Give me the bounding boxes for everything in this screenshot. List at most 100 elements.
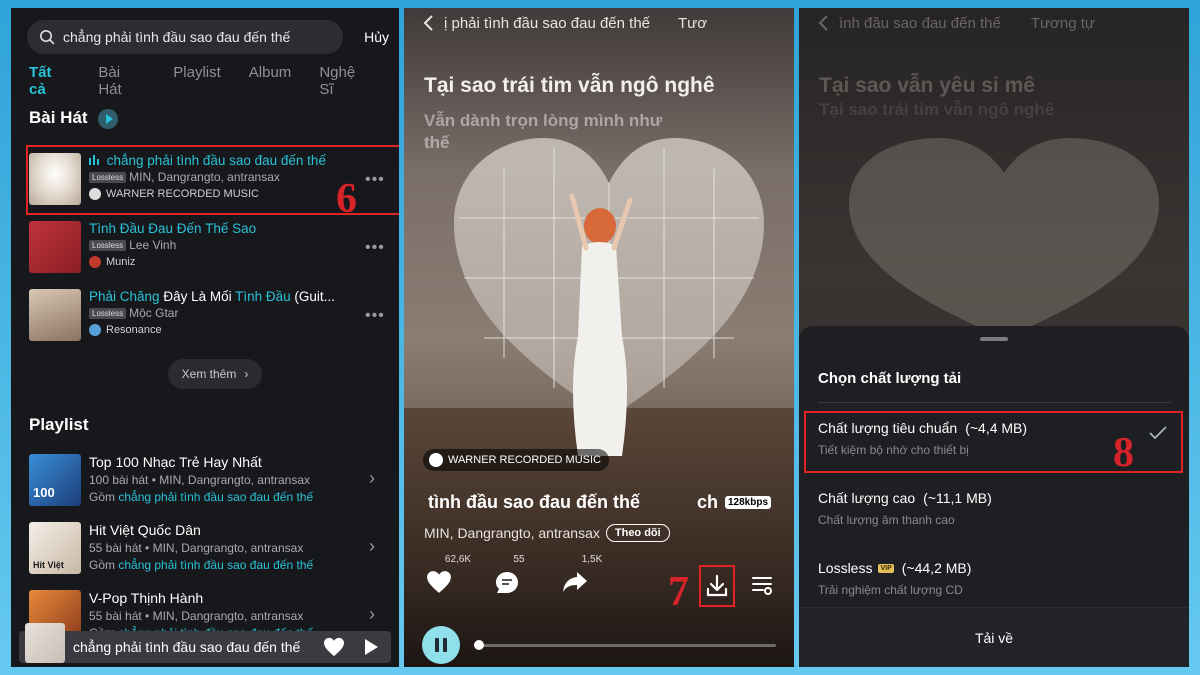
- lyric-previous: Tại sao vẫn yêu si mê: [819, 74, 1035, 97]
- song-item[interactable]: Tình Đầu Đau Đến Thế Sao Lossless Lee Vin…: [29, 221, 389, 279]
- see-more-button[interactable]: Xem thêm ›: [168, 359, 262, 389]
- back-arrow-icon[interactable]: [422, 14, 434, 32]
- option-description: Trải nghiệm chất lượng CD: [818, 583, 963, 597]
- playlist-title: Hit Việt Quốc Dân: [89, 522, 201, 538]
- playlist-meta: 100 bài hát • MIN, Dangrangto, antransax: [89, 473, 310, 487]
- mini-player-title: chẳng phải tình đầu sao đau đến thế: [73, 639, 301, 655]
- lyric-next: Vẫn dành trọn lòng mình như thế: [424, 111, 663, 152]
- progress-knob[interactable]: [474, 639, 484, 650]
- song-thumbnail: [29, 289, 81, 341]
- song-label: Muniz: [106, 256, 136, 268]
- playlist-includes: Gồm chẳng phải tình đầu sao đau đến thế: [89, 558, 314, 572]
- playlist-section-title: Playlist: [29, 415, 89, 434]
- more-options-icon[interactable]: •••: [365, 239, 389, 279]
- playlist-item[interactable]: Hit Việt Hit Việt Quốc Dân 55 bài hát • …: [29, 522, 389, 578]
- result-tabs: Tất cả Bài Hát Playlist Album Nghệ Sĩ: [29, 64, 399, 98]
- option-size: (~44,2 MB): [901, 560, 972, 576]
- heart-icon[interactable]: [323, 637, 345, 657]
- option-name: Lossless: [818, 560, 873, 576]
- playlist-title: V-Pop Thịnh Hành: [89, 590, 204, 606]
- option-description: Chất lượng âm thanh cao: [818, 513, 955, 527]
- divider: [818, 402, 1171, 403]
- share-count: 1,5K: [581, 554, 603, 565]
- tab-songs[interactable]: Bài Hát: [98, 64, 145, 98]
- quality-badge: 128kbps: [725, 496, 772, 509]
- progress-slider[interactable]: [474, 639, 776, 650]
- song-title: Tình Đầu Đau Đến Thế Sao: [89, 221, 257, 236]
- share-icon[interactable]: [562, 570, 588, 594]
- like-count: 62,6K: [444, 554, 472, 565]
- download-quality-screen: ình đầu sao đau đến thế Tương tự Tại sao…: [799, 8, 1189, 667]
- chevron-right-icon: ›: [369, 536, 375, 556]
- label-logo-icon: [429, 453, 443, 467]
- follow-button[interactable]: Theo dõi: [605, 524, 670, 542]
- mini-player-thumbnail: [25, 623, 65, 663]
- album-art-heart: [849, 138, 1159, 338]
- song-artist: Lee Vinh: [129, 238, 177, 252]
- player-header: ình đầu sao đau đến thế Tương tự: [799, 8, 1189, 38]
- lossless-badge: Lossless: [89, 308, 127, 320]
- heart-icon[interactable]: [426, 570, 452, 594]
- label-logo-icon: [89, 256, 101, 268]
- highlight-box-step-7: [699, 565, 735, 607]
- player-header: ị phải tình đầu sao đau đến thế Tươ: [404, 8, 794, 38]
- comment-count: 55: [513, 554, 525, 565]
- player-header-title: ị phải tình đầu sao đau đến thế: [444, 14, 651, 32]
- playlist-title: Top 100 Nhạc Trẻ Hay Nhất: [89, 454, 262, 470]
- tab-all[interactable]: Tất cả: [29, 64, 70, 98]
- cancel-button[interactable]: Hủy: [343, 29, 389, 45]
- queue-list-icon[interactable]: [751, 574, 773, 596]
- step-number-8: 8: [1113, 430, 1134, 476]
- playlist-thumbnail: Hit Việt: [29, 522, 81, 574]
- now-playing-screen: ị phải tình đầu sao đau đến thế Tươ Tại …: [404, 8, 794, 667]
- lossless-badge: Lossless: [89, 240, 127, 252]
- playlist-includes: Gồm chẳng phải tình đầu sao đau đến thế: [89, 490, 314, 504]
- song-label: Resonance: [106, 324, 162, 336]
- player-header-tab[interactable]: Tương tự: [1031, 15, 1095, 32]
- search-query: chẳng phải tình đầu sao đau đến thế: [63, 29, 291, 45]
- option-size: (~11,1 MB): [923, 490, 992, 506]
- player-header-tab[interactable]: Tươ: [678, 15, 707, 32]
- song-artist: Mộc Gtar: [129, 306, 179, 320]
- search-input[interactable]: chẳng phải tình đầu sao đau đến thế: [27, 20, 343, 54]
- songs-section-label: Bài Hát: [29, 108, 88, 127]
- record-label: WARNER RECORDED MUSIC: [448, 454, 601, 466]
- chevron-right-icon: ›: [244, 367, 249, 381]
- now-playing-title-scroll: ch: [697, 492, 719, 512]
- download-button[interactable]: Tải về: [799, 607, 1189, 667]
- now-playing-artist-row: MIN, Dangrangto, antransax Theo dõi: [424, 524, 670, 542]
- play-icon[interactable]: [363, 638, 379, 656]
- pause-button[interactable]: [422, 626, 460, 664]
- song-thumbnail: [29, 221, 81, 273]
- record-label-pill: WARNER RECORDED MUSIC: [423, 449, 609, 471]
- search-results-screen: chẳng phải tình đầu sao đau đến thế Hủy …: [11, 8, 399, 667]
- tab-artist[interactable]: Nghệ Sĩ: [319, 64, 371, 98]
- step-number-6: 6: [336, 176, 357, 222]
- song-item[interactable]: Phải Chăng Đây Là Mối Tình Đầu (Guit... …: [29, 289, 389, 347]
- playlist-item[interactable]: 100 Top 100 Nhạc Trẻ Hay Nhất 100 bài há…: [29, 454, 389, 510]
- song-title: Phải Chăng Đây Là Mối Tình Đầu (Guit...: [89, 289, 335, 304]
- sheet-grabber[interactable]: [980, 337, 1008, 341]
- tab-playlist[interactable]: Playlist: [173, 64, 221, 98]
- more-options-icon[interactable]: •••: [365, 307, 389, 347]
- playlist-meta: 55 bài hát • MIN, Dangrangto, antransax: [89, 609, 304, 623]
- quality-option-lossless[interactable]: Lossless VIP (~44,2 MB) Trải nghiệm chất l…: [818, 560, 1171, 610]
- playlist-meta: 55 bài hát • MIN, Dangrangto, antransax: [89, 541, 304, 555]
- mini-player[interactable]: chẳng phải tình đầu sao đau đến thế: [19, 623, 391, 663]
- label-logo-icon: [89, 324, 101, 336]
- comment-icon[interactable]: [494, 570, 520, 596]
- chevron-right-icon: ›: [369, 468, 375, 488]
- lyric-current: Tại sao trái tim vẫn ngô nghê: [424, 74, 715, 97]
- now-playing-artist: MIN, Dangrangto, antransax: [424, 525, 600, 541]
- playback-controls: [422, 625, 776, 665]
- vip-badge: VIP: [878, 563, 894, 573]
- player-header-title: ình đầu sao đau đến thế: [839, 14, 1001, 32]
- singer-figure: [569, 193, 633, 456]
- search-icon: [40, 30, 55, 45]
- playlist-thumbnail: 100: [29, 454, 81, 506]
- quality-option-high[interactable]: Chất lượng cao (~11,1 MB) Chất lượng âm t…: [818, 490, 1171, 540]
- tab-album[interactable]: Album: [249, 64, 292, 98]
- lyric-current: Tại sao trái tim vẫn ngô nghê: [819, 100, 1055, 119]
- play-all-icon[interactable]: [98, 108, 119, 129]
- back-arrow-icon[interactable]: [817, 14, 829, 32]
